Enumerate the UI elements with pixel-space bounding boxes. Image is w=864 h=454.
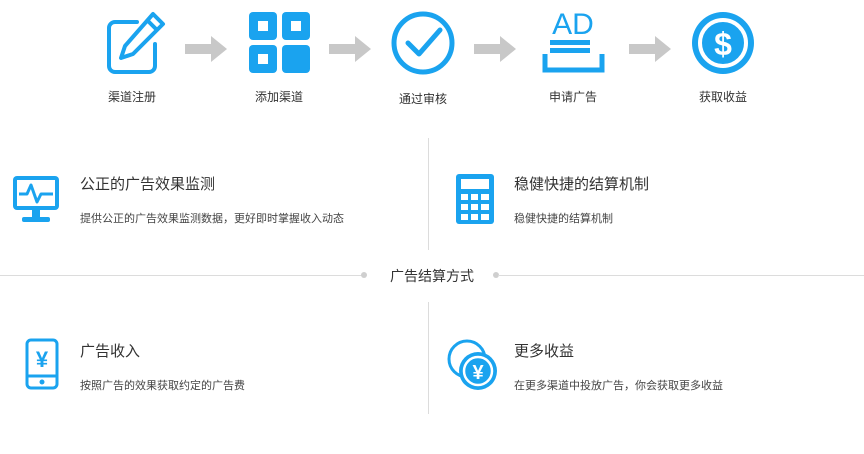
- coin-yuan-text: ¥: [472, 362, 484, 384]
- ad-icon: AD: [538, 8, 608, 80]
- step-label: 渠道注册: [107, 90, 156, 104]
- step-apply-ad: AD 申请广告: [528, 8, 618, 105]
- dollar-icon: $: [688, 10, 758, 80]
- step-register: 渠道注册: [87, 10, 177, 105]
- feature-desc: 稳健快捷的结算机制: [514, 212, 613, 225]
- dollar-icon-text: $: [714, 26, 732, 62]
- edit-icon: [97, 10, 167, 80]
- step-review: 通过审核: [378, 10, 468, 107]
- step-label: 获取收益: [698, 90, 747, 104]
- vertical-divider: [428, 302, 429, 414]
- feature-desc: 按照广告的效果获取约定的广告费: [80, 379, 245, 392]
- grid-icon: [244, 10, 314, 80]
- feature-more-income: 更多收益 在更多渠道中投放广告，你会获取更多收益: [514, 340, 723, 393]
- divider-line-right: [498, 275, 864, 276]
- arrow-right-icon: [185, 34, 229, 64]
- coins-icon: ¥: [446, 338, 502, 398]
- phone-yuan-icon: ¥: [25, 338, 61, 394]
- feature-title: 更多收益: [514, 342, 575, 360]
- phone-yuan-text: ¥: [36, 347, 49, 372]
- feature-title: 公正的广告效果监测: [80, 175, 216, 193]
- arrow-right-icon: [474, 34, 518, 64]
- feature-desc: 提供公正的广告效果监测数据，更好即时掌握收入动态: [80, 212, 344, 225]
- feature-desc: 在更多渠道中投放广告，你会获取更多收益: [514, 379, 723, 392]
- step-label: 添加渠道: [254, 90, 303, 104]
- divider-line-left: [0, 275, 362, 276]
- section-title: 广告结算方式: [372, 266, 492, 286]
- divider-dot-left: [361, 272, 367, 278]
- arrow-right-icon: [329, 34, 373, 64]
- calculator-icon: [456, 174, 496, 230]
- feature-ad-income: 广告收入 按照广告的效果获取约定的广告费: [80, 340, 245, 393]
- check-circle-icon: [388, 10, 458, 80]
- feature-monitoring: 公正的广告效果监测 提供公正的广告效果监测数据，更好即时掌握收入动态: [80, 173, 344, 226]
- arrow-right-icon: [629, 34, 673, 64]
- feature-settlement: 稳健快捷的结算机制 稳健快捷的结算机制: [514, 173, 649, 226]
- step-add-channel: 添加渠道: [234, 10, 324, 105]
- ad-icon-text: AD: [552, 10, 594, 41]
- step-label: 通过审核: [398, 92, 447, 106]
- monitor-icon: [12, 175, 62, 229]
- step-earnings: $ 获取收益: [678, 10, 768, 105]
- feature-title: 稳健快捷的结算机制: [514, 175, 650, 193]
- feature-title: 广告收入: [80, 342, 141, 360]
- step-label: 申请广告: [548, 90, 597, 104]
- vertical-divider: [428, 138, 429, 250]
